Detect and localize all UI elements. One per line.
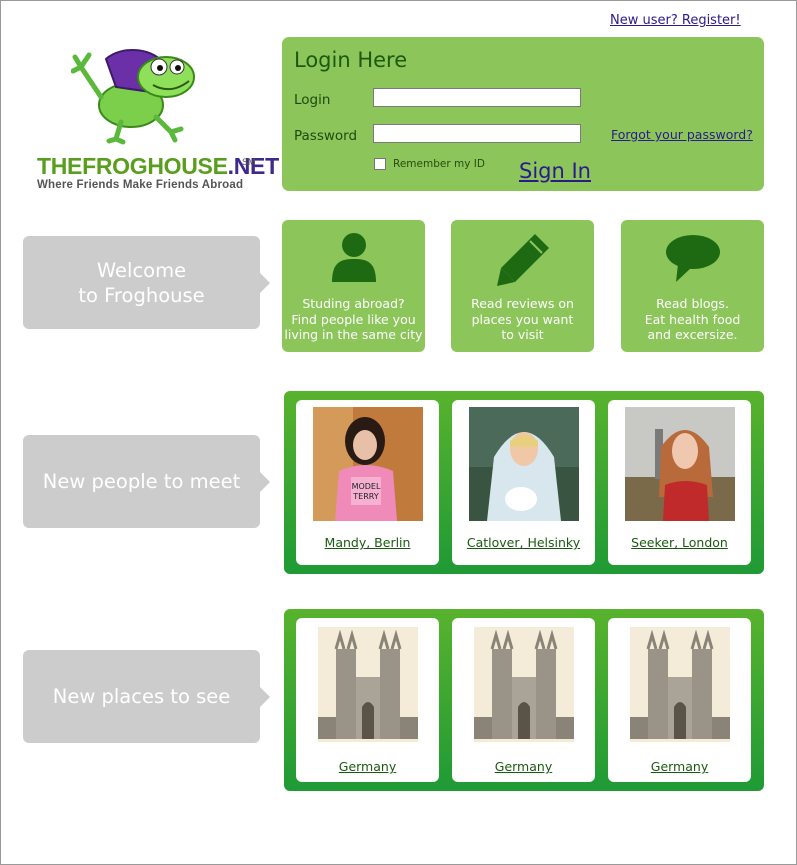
site-logo[interactable]: THEFROGHOUSE.NET SM Where Friends Make F… <box>31 35 279 195</box>
person-icon <box>331 233 376 282</box>
place-photo[interactable] <box>317 627 418 742</box>
person-photo[interactable] <box>468 407 579 521</box>
feature-read-blogs[interactable]: Read blogs. Eat health food and excersize. <box>621 220 764 352</box>
svg-text:MODEL: MODEL <box>351 482 380 491</box>
forgot-password-link[interactable]: Forgot your password? <box>611 127 753 142</box>
speech-bubble-icon <box>665 235 720 282</box>
place-card[interactable]: Germany <box>452 618 595 782</box>
sign-in-button[interactable]: Sign In <box>519 159 591 183</box>
login-panel: Login Here Login Password Forgot your pa… <box>282 37 764 191</box>
pencil-icon <box>496 234 549 286</box>
password-label: Password <box>294 128 358 144</box>
register-link[interactable]: New user? Register! <box>610 13 741 28</box>
new-places-label: New places to see <box>23 650 270 743</box>
svg-text:TERRY: TERRY <box>352 492 379 501</box>
login-title: Login Here <box>294 48 408 72</box>
feature-text: Read reviews on <box>471 296 574 311</box>
person-card[interactable]: Seeker, London <box>608 400 751 565</box>
place-photo[interactable] <box>629 627 730 742</box>
place-photo[interactable] <box>473 627 574 742</box>
place-card[interactable]: Germany <box>608 618 751 782</box>
person-caption[interactable]: Seeker, London <box>608 535 751 550</box>
remember-checkbox[interactable] <box>374 158 386 170</box>
person-photo[interactable]: MODEL TERRY <box>312 407 423 521</box>
place-card[interactable]: Germany <box>296 618 439 782</box>
feature-text: Read blogs. <box>656 296 729 311</box>
place-caption[interactable]: Germany <box>296 759 439 774</box>
feature-text: Studing abroad? <box>302 296 405 311</box>
new-people-panel: MODEL TERRY Mandy, Berlin Catlover, Hels… <box>284 391 764 574</box>
person-caption[interactable]: Catlover, Helsinky <box>452 535 595 550</box>
place-caption[interactable]: Germany <box>608 759 751 774</box>
tagline: Where Friends Make Friends Abroad <box>37 179 244 191</box>
service-mark: SM <box>242 157 256 167</box>
remember-label: Remember my ID <box>393 158 485 170</box>
person-card[interactable]: Catlover, Helsinky <box>452 400 595 565</box>
login-label: Login <box>294 92 331 108</box>
welcome-label: Welcome to Froghouse <box>23 236 270 329</box>
person-caption[interactable]: Mandy, Berlin <box>296 535 439 550</box>
person-card[interactable]: MODEL TERRY Mandy, Berlin <box>296 400 439 565</box>
person-photo[interactable] <box>624 407 735 521</box>
login-input[interactable] <box>373 88 581 107</box>
frog-mascot-icon <box>71 48 195 145</box>
page: New user? Register! THEFROGHOUSE.NET SM … <box>0 0 797 865</box>
new-people-label: New people to meet <box>23 435 270 528</box>
new-places-panel: Germany Germany Germany <box>284 609 764 791</box>
remember-me: Remember my ID <box>374 158 485 170</box>
password-input[interactable] <box>373 124 581 143</box>
feature-read-reviews[interactable]: Read reviews on places you want to visit <box>451 220 594 352</box>
feature-find-people[interactable]: Studing abroad? Find people like you livin… <box>282 220 425 352</box>
place-caption[interactable]: Germany <box>452 759 595 774</box>
